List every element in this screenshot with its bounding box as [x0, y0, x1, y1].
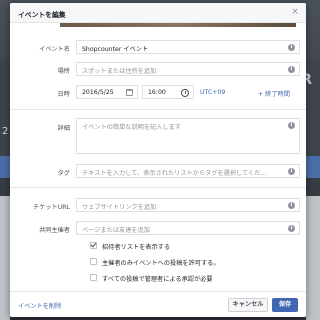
cover-photo-strip	[60, 23, 296, 27]
checkbox-icon[interactable]	[90, 242, 97, 249]
background-button-right	[306, 156, 320, 178]
location-input[interactable]: スポットまたは住所を追加 i	[76, 62, 300, 76]
location-placeholder: スポットまたは住所を追加	[82, 68, 157, 75]
date-input[interactable]: 2016/5/25	[76, 85, 138, 99]
event-name-value: Shopcounter イベント	[82, 46, 149, 53]
clock-icon	[181, 89, 189, 97]
details-textarea[interactable]: イベントの簡単な説明を記入します i	[76, 118, 300, 154]
date-value: 2016/5/25	[82, 89, 114, 96]
dialog-title: イベントを編集	[18, 11, 66, 19]
cohosts-input[interactable]: ページまたは友達を追加 i	[76, 221, 300, 235]
tags-input[interactable]: テキストを入力して、表示されたリストからタグを選択してくだ... i	[76, 164, 300, 178]
tags-label: タグ	[57, 170, 70, 177]
ticket-url-label: チケットURL	[32, 204, 70, 211]
cancel-button[interactable]: キャンセル	[228, 298, 268, 312]
calendar-icon	[126, 89, 133, 96]
background-panel-right	[306, 196, 320, 320]
dialog-header: イベントを編集 ×	[10, 3, 306, 23]
info-icon[interactable]: i	[288, 225, 295, 232]
location-label: 場所	[57, 68, 70, 75]
timezone-link[interactable]: UTC+09	[200, 89, 225, 96]
checkbox-icon[interactable]	[90, 258, 97, 265]
checkbox-label: 主催者のみイベントへの投稿を許可する。	[102, 260, 220, 267]
close-icon[interactable]: ×	[290, 7, 300, 17]
ticket-url-placeholder: ウェブサイトリンクを追加	[82, 204, 157, 211]
checkbox-icon[interactable]	[90, 274, 97, 281]
time-input[interactable]: 16:00	[142, 85, 194, 99]
save-button[interactable]: 保存	[272, 298, 298, 312]
info-icon[interactable]: i	[288, 44, 295, 51]
background-button-left	[0, 156, 10, 178]
ticket-url-input[interactable]: ウェブサイトリンクを追加 i	[76, 198, 300, 212]
time-value: 16:00	[148, 89, 166, 96]
details-placeholder: イベントの簡単な説明を記入します	[82, 124, 181, 131]
event-name-input[interactable]: Shopcounter イベント i	[76, 40, 300, 54]
edit-event-dialog: イベントを編集 × イベント名 Shopcounter イベント i 場所 スポ…	[10, 3, 306, 317]
event-name-label: イベント名	[39, 46, 70, 53]
cohosts-label: 共同主催者	[39, 227, 70, 234]
checkbox-label: すべての投稿で管理者による承認が必要	[102, 276, 213, 283]
background-panel-left	[0, 196, 10, 320]
add-end-time-link[interactable]: + 終了時間	[258, 89, 290, 98]
info-icon[interactable]: i	[288, 122, 295, 129]
info-icon[interactable]: i	[288, 168, 295, 175]
tags-placeholder: テキストを入力して、表示されたリストからタグを選択してくだ...	[82, 170, 267, 177]
delete-event-link[interactable]: イベントを削除	[18, 301, 61, 310]
info-icon[interactable]: i	[288, 66, 295, 73]
cohosts-placeholder: ページまたは友達を追加	[82, 227, 150, 234]
dialog-footer: イベントを削除 キャンセル 保存	[10, 291, 306, 317]
info-icon[interactable]: i	[288, 202, 295, 209]
divider	[10, 187, 306, 188]
divider	[10, 109, 306, 110]
checkbox-label: 招待者リストを表示する	[102, 244, 171, 251]
datetime-label: 日時	[57, 91, 70, 98]
details-label: 詳細	[57, 125, 70, 132]
